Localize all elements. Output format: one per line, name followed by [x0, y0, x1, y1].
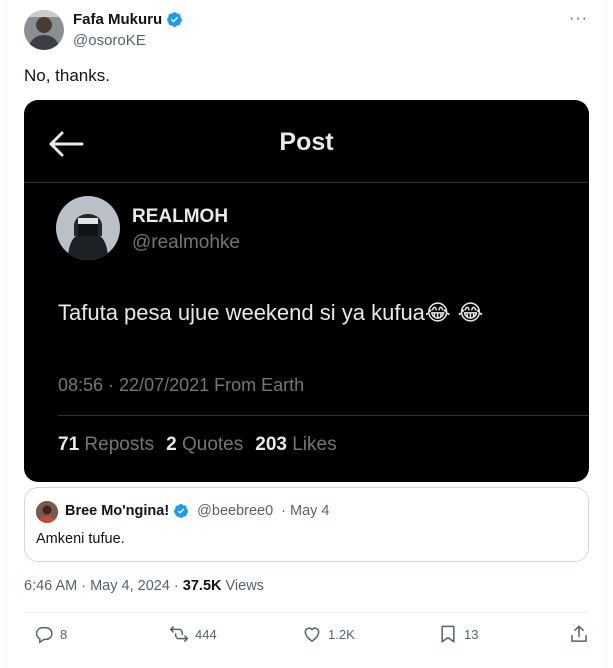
quoted-author-avatar[interactable] [36, 501, 58, 523]
attached-image[interactable]: Post REALMOH @realmohke Tafuta pesa ujue… [24, 100, 589, 482]
quoted-author-handle[interactable]: @beebree0 [197, 503, 273, 519]
tweet-timestamp: 6:46 AM · May 4, 2024 · 37.5K Views [24, 578, 264, 594]
image-reposts-stat: 71 Reposts [58, 434, 155, 455]
action-bar: 8 444 1.2K 13 [24, 624, 589, 650]
reply-count: 8 [60, 626, 68, 642]
quoted-author-name[interactable]: Bree Mo'ngina! [65, 503, 169, 519]
bookmark-button[interactable]: 13 [438, 624, 478, 644]
timestamp-time[interactable]: 6:46 AM · May 4, 2024 · [24, 578, 183, 594]
author-name[interactable]: Fafa Mukuru [73, 11, 162, 28]
verified-badge-icon [174, 504, 189, 518]
quoted-tweet[interactable]: Bree Mo'ngina! @beebree0 · May 4 Amkeni … [24, 487, 589, 562]
laughing-emoji-icon: 😂 😂 [424, 301, 484, 326]
image-post-meta: 08:56 · 22/07/2021 From Earth [58, 375, 305, 395]
verified-badge-icon [167, 12, 183, 27]
views-label: Views [221, 578, 264, 594]
image-author-avatar [56, 196, 120, 260]
image-header-title: Post [279, 128, 334, 156]
repost-button[interactable]: 444 [169, 624, 217, 644]
like-button[interactable]: 1.2K [302, 624, 355, 644]
quoted-header: Bree Mo'ngina! @beebree0 · May 4 [65, 503, 330, 519]
image-author-name: REALMOH [132, 206, 229, 227]
image-divider-2 [58, 415, 589, 416]
quoted-date[interactable]: · May 4 [281, 503, 329, 519]
tweet-card: Fafa Mukuru @osoroKE ··· No, thanks. Pos… [6, 0, 607, 668]
reply-button[interactable]: 8 [34, 624, 67, 644]
author-avatar[interactable] [24, 10, 64, 50]
tweet-text: No, thanks. [24, 66, 110, 85]
heart-icon [304, 627, 320, 642]
image-post-stats: 71 Reposts 2 Quotes 203 Likes [58, 434, 337, 456]
image-divider [24, 182, 589, 183]
like-count: 1.2K [328, 626, 355, 642]
repost-icon [169, 626, 189, 642]
views-count: 37.5K [182, 578, 222, 594]
image-likes-stat: 203 Likes [255, 434, 337, 455]
image-post-text: Tafuta pesa ujue weekend si ya kufua😂 😂 [58, 300, 483, 326]
image-author-handle: @realmohke [132, 232, 240, 253]
bookmark-icon [441, 625, 455, 643]
author-handle[interactable]: @osoroKE [73, 32, 146, 49]
image-post-body: Tafuta pesa ujue weekend si ya kufua [58, 300, 425, 325]
repost-count: 444 [195, 626, 217, 642]
reply-icon [35, 627, 53, 644]
share-icon [571, 625, 587, 642]
share-button[interactable] [569, 624, 589, 644]
image-quotes-stat: 2 Quotes [166, 434, 244, 455]
bookmark-count: 13 [464, 626, 479, 642]
quoted-text: Amkeni tufue. [36, 531, 125, 547]
actions-divider [24, 612, 589, 613]
author-name-row[interactable]: Fafa Mukuru [73, 11, 183, 28]
more-options-icon[interactable]: ··· [569, 10, 588, 28]
